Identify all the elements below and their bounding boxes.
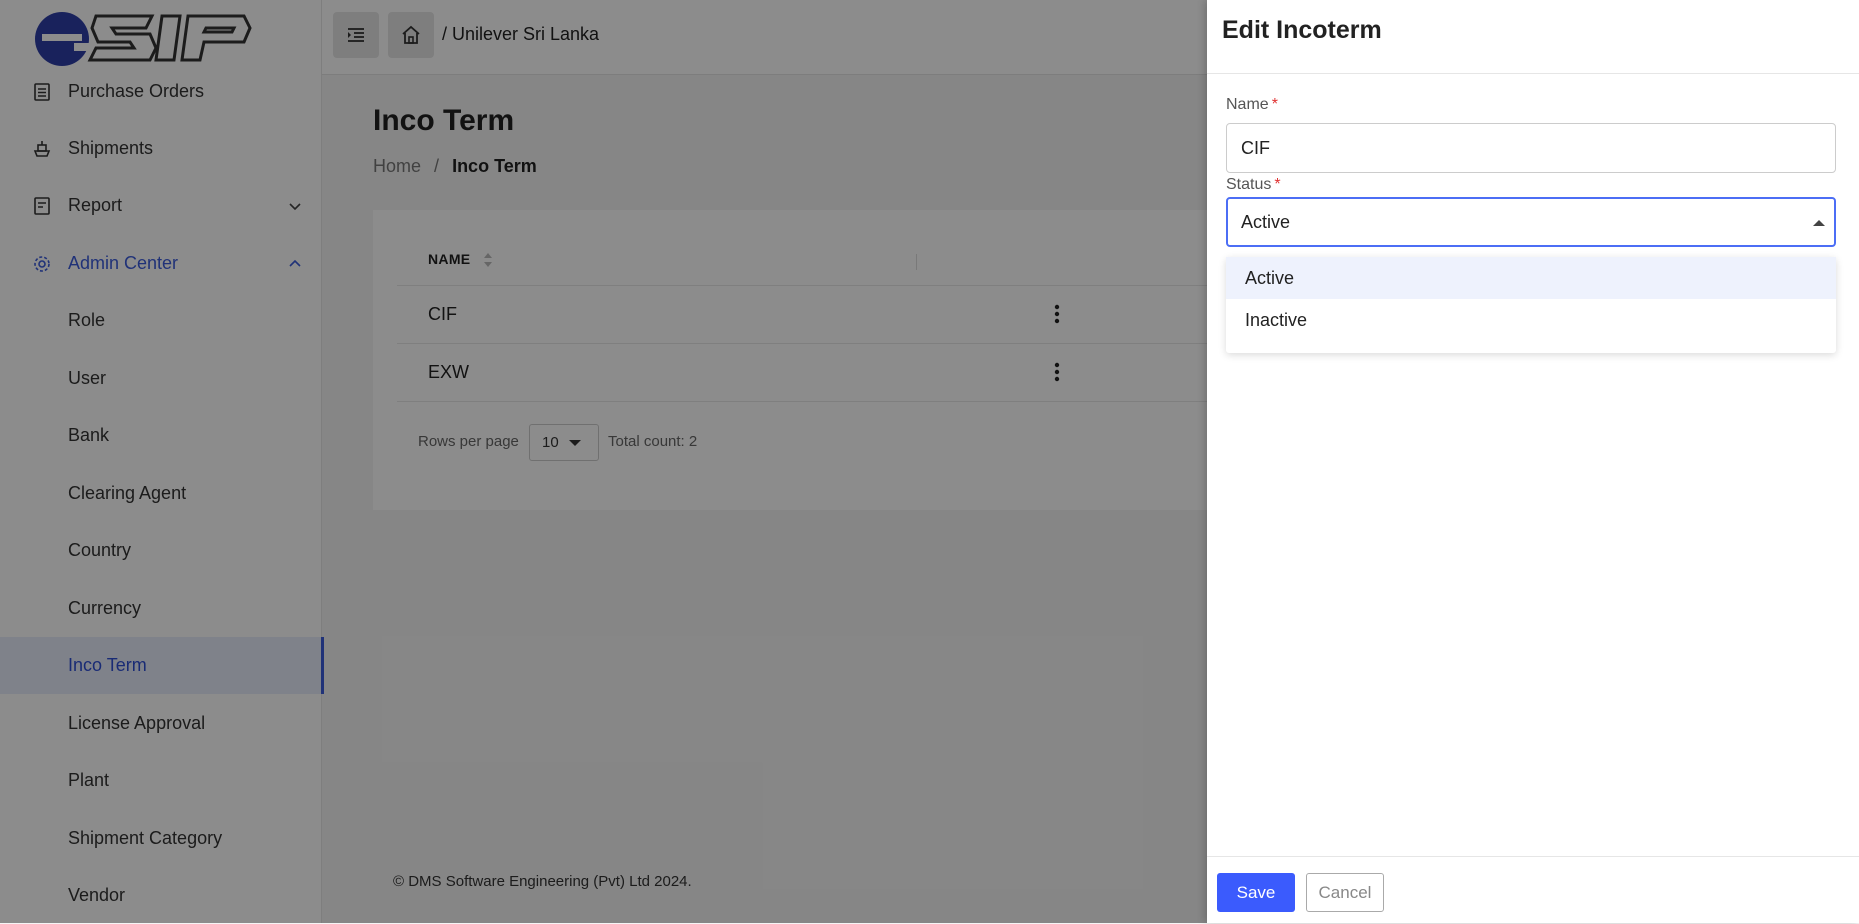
modal-backdrop[interactable]	[0, 0, 1207, 923]
required-mark: *	[1271, 96, 1278, 113]
cancel-button[interactable]: Cancel	[1306, 873, 1384, 912]
name-label-text: Name	[1226, 96, 1269, 113]
required-mark: *	[1274, 176, 1281, 193]
name-field-value: CIF	[1241, 138, 1270, 158]
status-select-value: Active	[1241, 212, 1291, 232]
option-label: Active	[1245, 268, 1295, 288]
save-button[interactable]: Save	[1217, 873, 1295, 912]
drawer-footer-divider	[1207, 856, 1859, 857]
status-label-text: Status	[1226, 176, 1272, 193]
drawer-title: Edit Incoterm	[1222, 16, 1382, 44]
status-dropdown: Active Inactive	[1226, 257, 1836, 353]
status-label: Status *	[1226, 176, 1281, 194]
drawer-divider	[1207, 73, 1859, 74]
caret-up-icon	[1812, 219, 1826, 227]
status-option-active[interactable]: Active	[1226, 257, 1836, 299]
name-field[interactable]: CIF	[1226, 123, 1836, 173]
status-select[interactable]: Active	[1226, 197, 1836, 247]
status-option-inactive[interactable]: Inactive	[1226, 299, 1836, 341]
name-label: Name *	[1226, 96, 1278, 114]
edit-incoterm-drawer: Edit Incoterm Name * CIF Status * Active A…	[1207, 0, 1859, 923]
option-label: Inactive	[1245, 310, 1308, 330]
